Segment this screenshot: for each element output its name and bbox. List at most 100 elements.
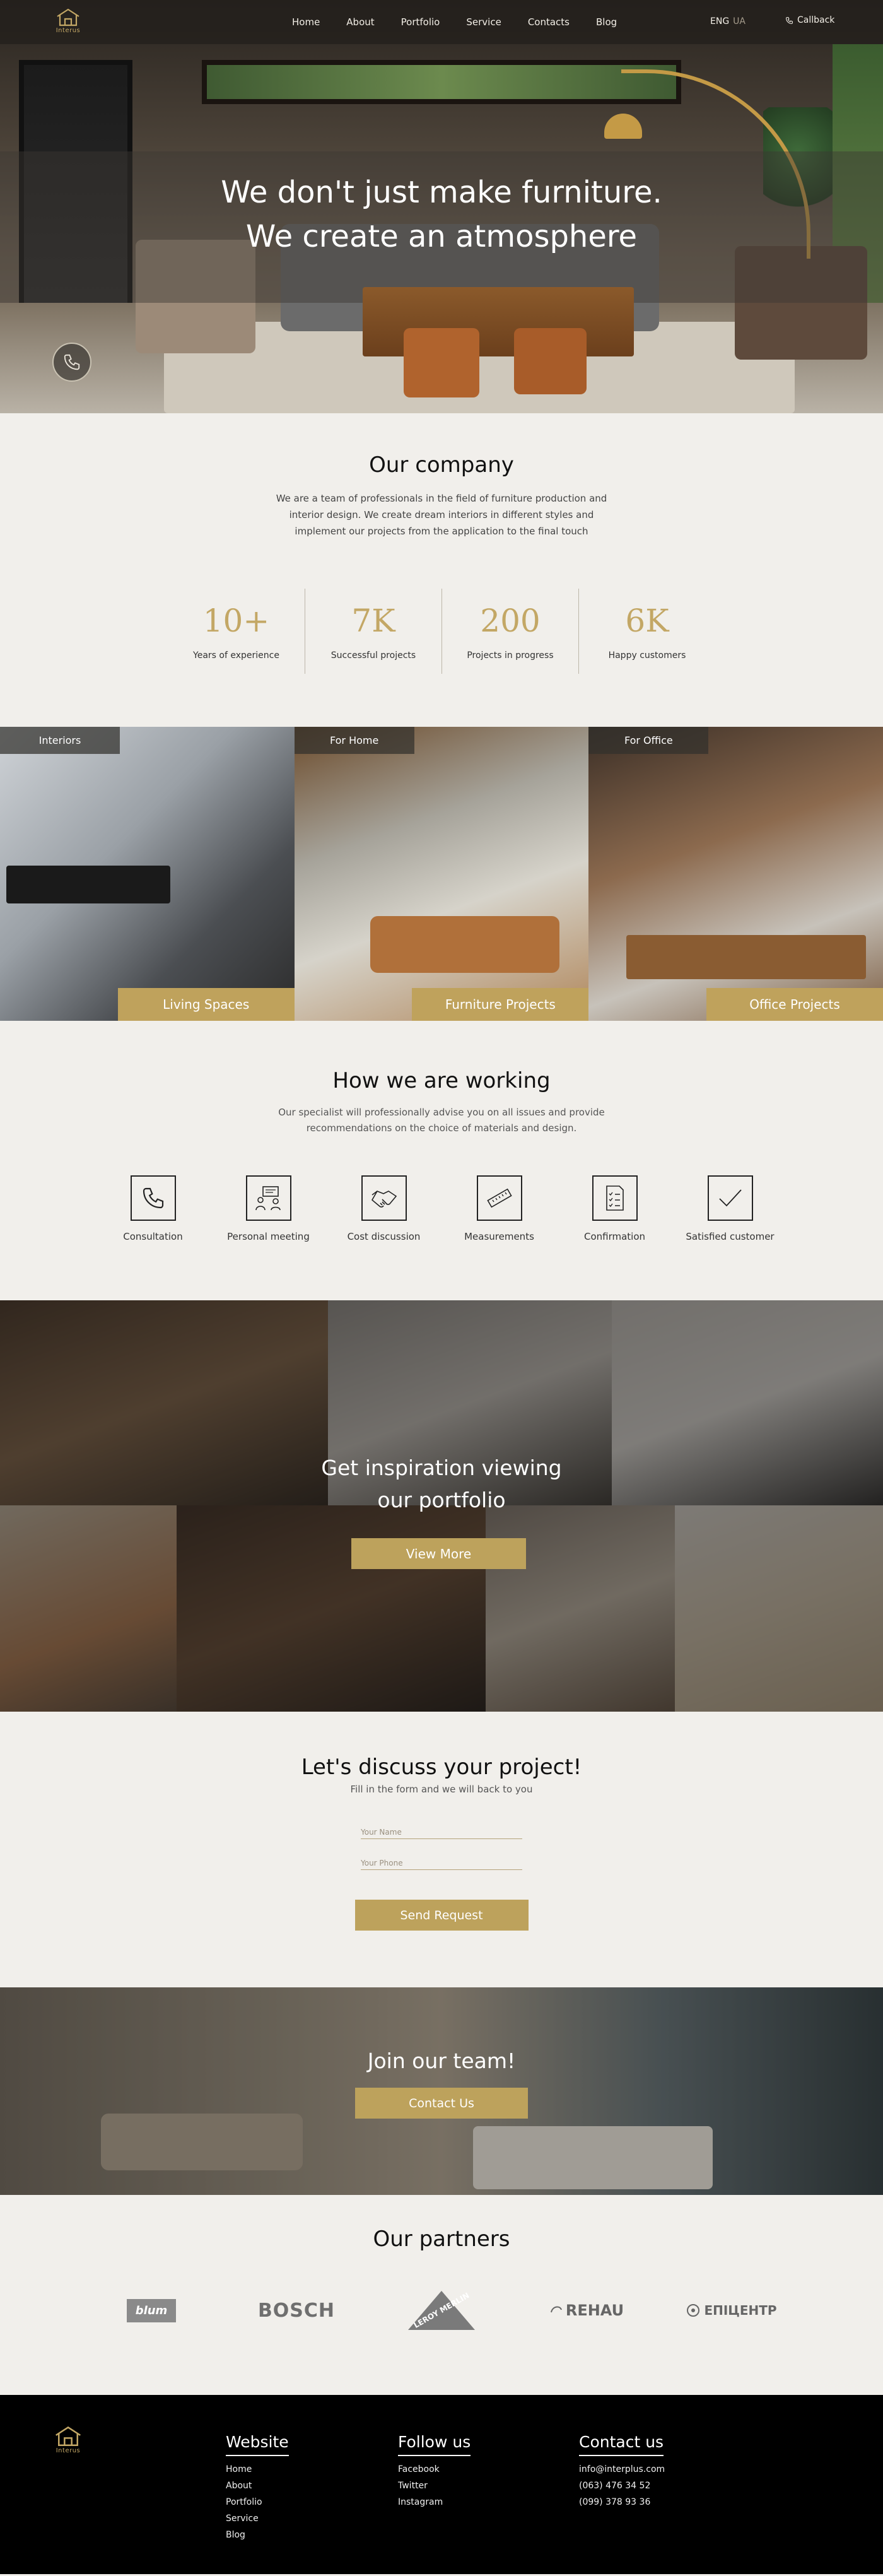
logo-text: Interus (56, 27, 81, 34)
blum-logo: blum (126, 2298, 177, 2322)
partners-title: Our partners (373, 2226, 510, 2252)
stat-value: 6K (625, 602, 669, 639)
category-tag: Interiors (0, 727, 120, 754)
footer-link-portfolio[interactable]: Portfolio (226, 2494, 289, 2510)
partners-section: Our partners blum BOSCH LEROY MERLIN REH… (0, 2195, 883, 2395)
process-step: Satisfied customer (672, 1175, 788, 1242)
portfolio-title: Get inspiration viewing our portfolio (0, 1452, 883, 1516)
site-logo[interactable]: Interus (54, 8, 83, 37)
contact-form-section: Let's discuss your project! Fill in the … (0, 1712, 883, 1987)
company-description: We are a team of professionals in the fi… (276, 493, 607, 537)
category-grid: Interiors Living Spaces For Home Furnitu… (0, 727, 883, 1021)
footer-link-service[interactable]: Service (226, 2510, 289, 2527)
process-step-label: Satisfied customer (686, 1231, 775, 1242)
process-step: Cost discussion (326, 1175, 441, 1242)
stat-label: Years of experience (193, 650, 279, 661)
footer-link-home[interactable]: Home (226, 2461, 289, 2478)
process-step-label: Cost discussion (347, 1231, 421, 1242)
checklist-icon (592, 1175, 638, 1221)
name-input[interactable] (361, 1820, 522, 1837)
category-card-office[interactable]: For Office Office Projects (588, 727, 883, 1021)
lang-ua[interactable]: UA (733, 16, 746, 26)
category-image-detail (6, 866, 170, 903)
partner-logo-rehau[interactable]: REHAU (514, 2288, 659, 2332)
stat-value: 10+ (202, 602, 270, 639)
footer-logo[interactable]: Interus (54, 2425, 83, 2454)
nav-contacts[interactable]: Contacts (528, 16, 570, 28)
callback-label: Callback (797, 15, 835, 25)
process-step-label: Personal meeting (227, 1231, 310, 1242)
hero-pouf (404, 328, 479, 397)
category-card-home[interactable]: For Home Furniture Projects (294, 727, 589, 1021)
phone-field-wrapper (361, 1851, 522, 1870)
handshake-icon (361, 1175, 407, 1221)
footer-contact-title: Contact us (579, 2433, 664, 2456)
epicentr-emblem-icon (687, 2304, 700, 2317)
stat-label: Happy customers (608, 650, 686, 661)
process-step-label: Consultation (123, 1231, 183, 1242)
category-image-detail (370, 916, 559, 973)
footer-phone-link[interactable]: (063) 476 34 52 (579, 2478, 665, 2494)
portfolio-title-line1: Get inspiration viewing (321, 1456, 562, 1480)
partner-logo-blum[interactable]: blum (79, 2288, 224, 2332)
stat-label: Projects in progress (467, 650, 554, 661)
category-card-interiors[interactable]: Interiors Living Spaces (0, 727, 295, 1021)
footer-link-blog[interactable]: Blog (226, 2527, 289, 2543)
process-step: Confirmation (557, 1175, 672, 1242)
category-tag: For Office (588, 727, 709, 754)
process-title: How we are working (332, 1068, 551, 1093)
process-step-label: Confirmation (583, 1231, 646, 1242)
footer-follow-column: Follow us Facebook Twitter Instagram (398, 2433, 471, 2510)
partner-logo-epicentr[interactable]: ЕПІЦЕНТР (659, 2288, 804, 2332)
footer-link-about[interactable]: About (226, 2478, 289, 2494)
footer-phone-link[interactable]: (099) 378 93 36 (579, 2494, 665, 2510)
portfolio-title-line2: our portfolio (377, 1488, 506, 1512)
category-button[interactable]: Office Projects (706, 988, 883, 1021)
hero-title-line1: We don't just make furniture. (221, 175, 662, 210)
phone-input[interactable] (361, 1851, 522, 1867)
footer-email-link[interactable]: info@interplus.com (579, 2461, 665, 2478)
send-request-button[interactable]: Send Request (354, 1900, 529, 1931)
footer-follow-title: Follow us (398, 2433, 471, 2456)
phone-icon (786, 16, 793, 24)
lang-eng[interactable]: ENG (710, 16, 729, 26)
nav-portfolio[interactable]: Portfolio (401, 16, 440, 28)
process-step: Measurements (441, 1175, 557, 1242)
callback-button[interactable]: Callback (785, 15, 834, 25)
join-title: Join our team! (367, 2049, 516, 2073)
form-title: Let's discuss your project! (301, 1755, 582, 1780)
footer-link-facebook[interactable]: Facebook (398, 2461, 471, 2478)
process-step: Consultation (95, 1175, 211, 1242)
house-logo-icon (56, 2426, 81, 2446)
footer-website-column: Website Home About Portfolio Service Blo… (226, 2433, 289, 2543)
rehau-logo: REHAU (565, 2302, 624, 2319)
meeting-icon (245, 1175, 291, 1221)
partner-logo-leroy-merlin[interactable]: LEROY MERLIN (369, 2288, 514, 2332)
category-button[interactable]: Living Spaces (117, 988, 295, 1021)
stat-item: 7K Successful projects (305, 589, 441, 674)
hero-pouf (514, 328, 587, 394)
partner-logo-bosch[interactable]: BOSCH (224, 2288, 369, 2332)
footer-link-twitter[interactable]: Twitter (398, 2478, 471, 2494)
company-title: Our company (369, 452, 514, 478)
site-footer: Interus Website Home About Portfolio Ser… (0, 2395, 883, 2574)
view-more-button[interactable]: View More (351, 1538, 526, 1569)
stat-item: 6K Happy customers (578, 589, 715, 674)
category-tag: For Home (294, 727, 414, 754)
nav-service[interactable]: Service (466, 16, 501, 28)
hero-section: Interus Home About Portfolio Service Con… (0, 0, 883, 413)
nav-blog[interactable]: Blog (596, 16, 617, 28)
language-switcher: ENG UA (710, 16, 746, 26)
hero-window (202, 60, 681, 104)
stat-value: 7K (351, 602, 395, 639)
category-button[interactable]: Furniture Projects (412, 988, 589, 1021)
portfolio-section: Get inspiration viewing our portfolio Vi… (0, 1300, 883, 1712)
process-step-label: Measurements (464, 1231, 534, 1242)
top-navigation-bar: Interus Home About Portfolio Service Con… (0, 0, 883, 44)
footer-link-instagram[interactable]: Instagram (398, 2494, 471, 2510)
checkmark-icon (707, 1175, 753, 1221)
floating-phone-button[interactable] (52, 343, 91, 382)
contact-us-button[interactable]: Contact Us (355, 2088, 528, 2119)
nav-home[interactable]: Home (292, 16, 320, 28)
nav-about[interactable]: About (346, 16, 374, 28)
